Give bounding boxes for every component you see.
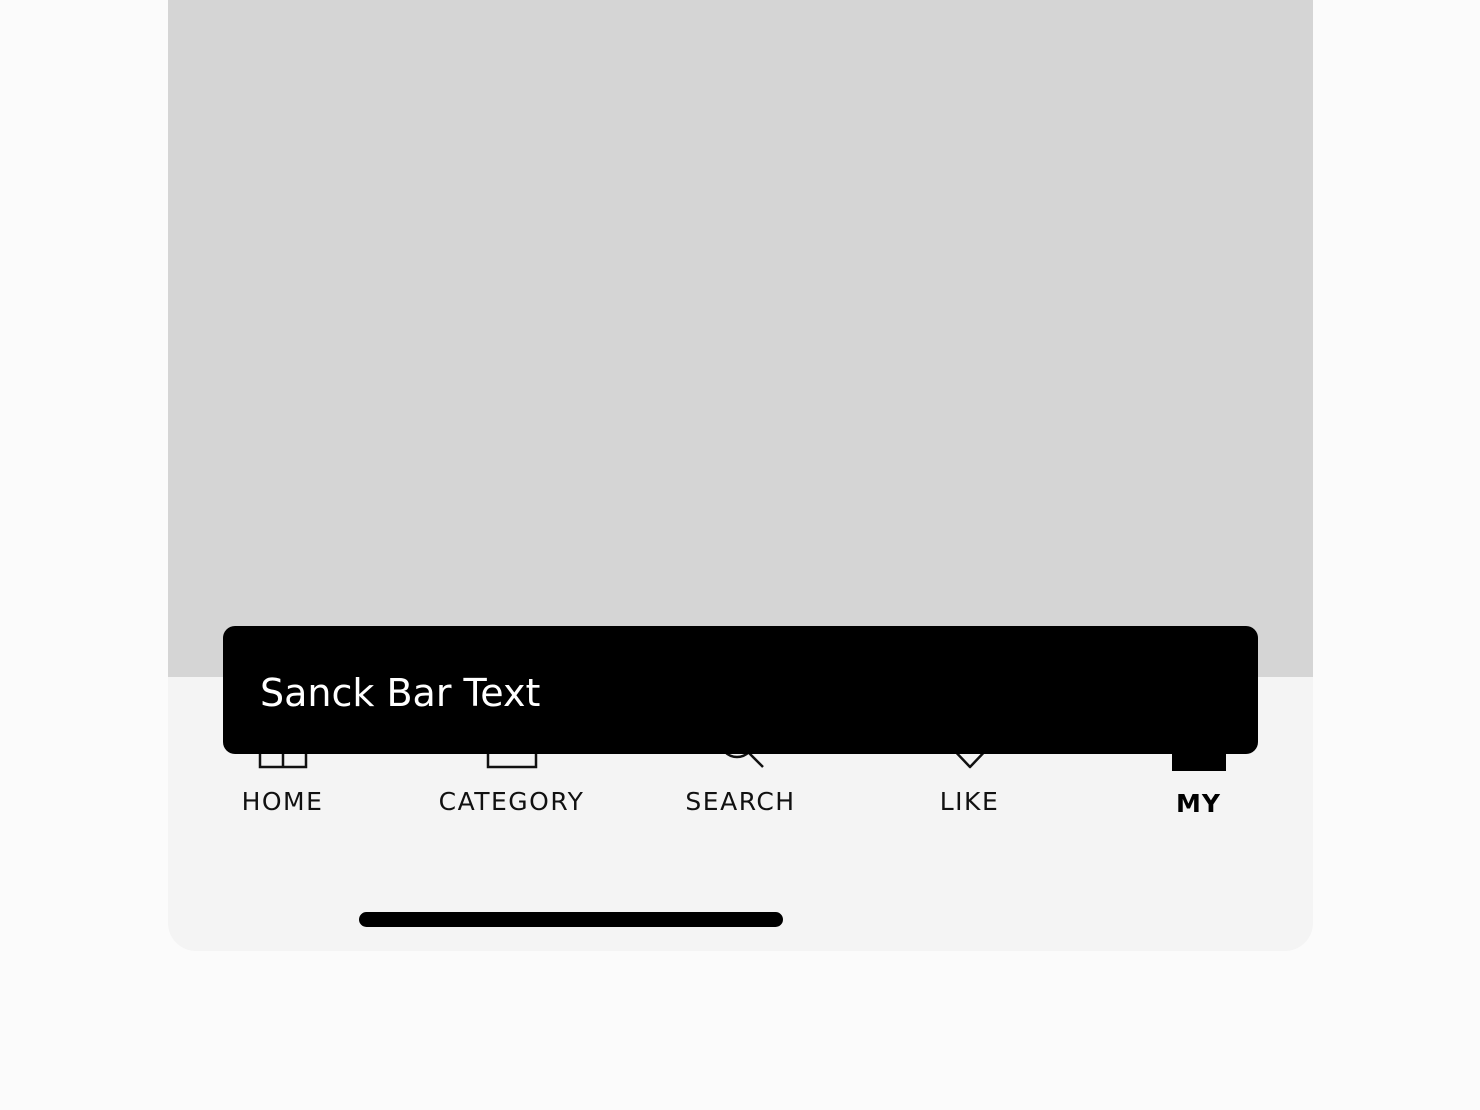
tab-category-label: CATEGORY (438, 787, 585, 816)
phone-screen: HOME CATEGORY SEARCH LIKE MY (168, 0, 1313, 951)
content-placeholder (168, 0, 1313, 677)
snackbar-text: Sanck Bar Text (260, 671, 541, 715)
tab-home-label: HOME (241, 787, 324, 816)
tab-my-label: MY (1176, 789, 1221, 818)
tab-search-label: SEARCH (685, 787, 796, 816)
tab-like-label: LIKE (939, 787, 1000, 816)
home-indicator[interactable] (359, 912, 783, 927)
snackbar: Sanck Bar Text (223, 626, 1258, 754)
